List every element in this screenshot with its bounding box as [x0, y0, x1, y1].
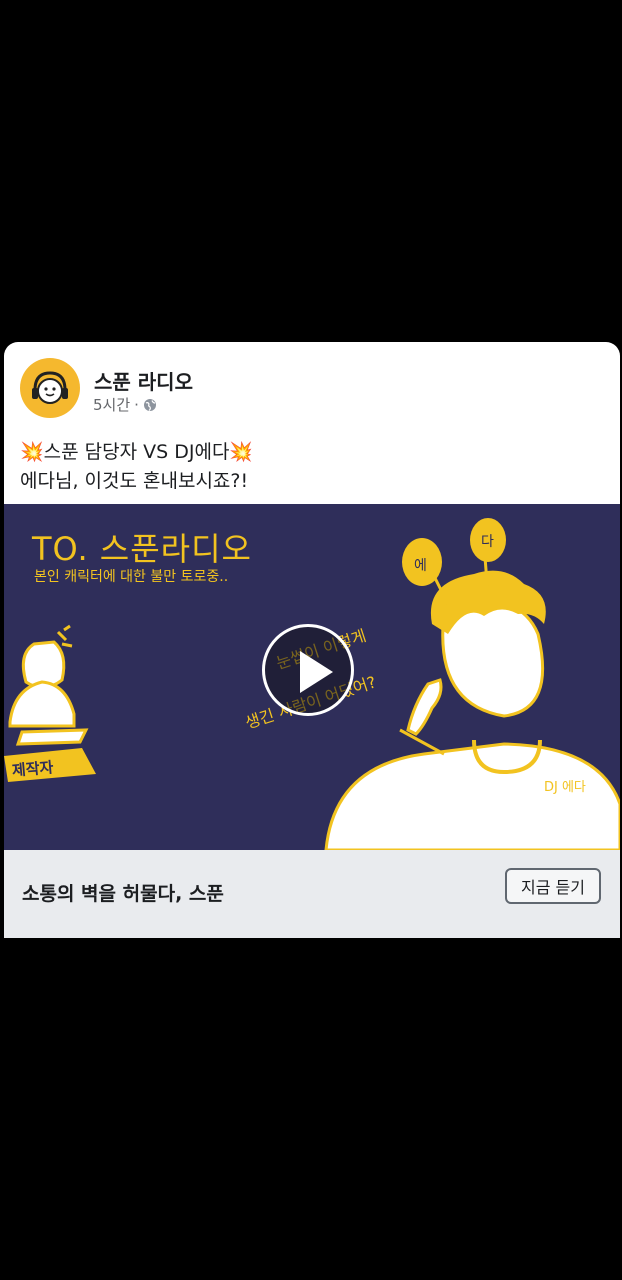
link-footer[interactable]: 소통의 벽을 허물다, 스푼 지금 듣기 [4, 850, 620, 938]
page-avatar[interactable] [20, 358, 80, 418]
globe-icon [143, 398, 156, 411]
post-message: 💥스푼 담당자 VS DJ에다💥 에다님, 이것도 혼내보시죠?! [20, 441, 254, 492]
link-headline[interactable]: 소통의 벽을 허물다, 스푼 [22, 879, 224, 906]
listen-now-button[interactable]: 지금 듣기 [505, 868, 601, 904]
balloon-left-label: 에 [414, 558, 427, 574]
play-icon [300, 651, 333, 693]
producer-label: 제작자 [11, 758, 55, 780]
post-header: 스푼 라디오 5시간 · [4, 342, 620, 432]
balloon-right-label: 다 [481, 534, 494, 550]
post-card: 스푼 라디오 5시간 · 💥스푼 담당자 VS DJ에다💥 에다님, 이것도 혼… [4, 342, 620, 938]
play-button[interactable] [262, 624, 354, 716]
post-time[interactable]: 5시간 [93, 394, 130, 415]
post-meta: 5시간 · [93, 394, 157, 415]
meta-separator: · [134, 395, 139, 414]
headset-face-icon [32, 371, 68, 404]
video-thumbnail[interactable]: TO. 스푼라디오 본인 캐릭터에 대한 불만 토로중.. 에 다 생긴 어딨어… [4, 504, 620, 850]
dj-label: DJ 에다 [544, 780, 586, 795]
page-name[interactable]: 스푼 라디오 [94, 366, 193, 395]
